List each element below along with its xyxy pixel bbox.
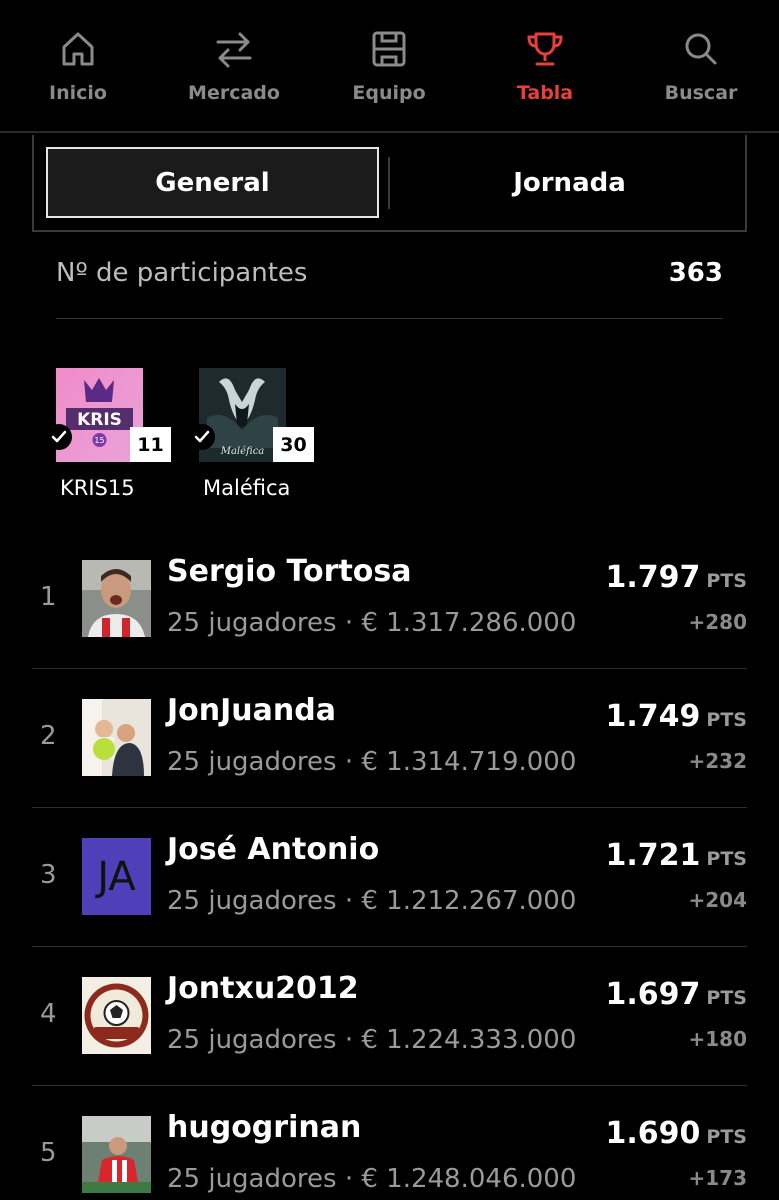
user-team-value: 25 jugadores · € 1.212.267.000 [167, 886, 577, 916]
ranking-row[interactable]: 3 JA José Antonio 25 jugadores · € 1.212… [32, 808, 747, 947]
svg-text:Maléfica: Maléfica [220, 446, 265, 457]
search-icon [685, 33, 717, 65]
nav-item-inicio[interactable]: Inicio [3, 30, 153, 104]
svg-text:KRIS: KRIS [77, 410, 122, 430]
user-team-value: 25 jugadores · € 1.317.286.000 [167, 608, 577, 638]
user-name: hugogrinan [167, 1110, 362, 1145]
ranking-segmented-control: General Jornada [32, 135, 747, 232]
nav-label: Mercado [188, 82, 280, 104]
points-value: 1.690 [605, 1116, 701, 1151]
participants-row: Nº de participantes 363 [56, 252, 723, 319]
top-navigation: Inicio Mercado Equipo Tabla Buscar [0, 0, 779, 133]
ranking-list: 1 Sergio Tortosa 25 jugadores · € 1.317.… [32, 530, 747, 1200]
trophy-icon [527, 32, 563, 66]
avatar-initials: JA [82, 838, 151, 915]
points: 1.697 PTS [606, 977, 747, 1012]
points-unit: PTS [706, 987, 747, 1009]
points-value: 1.721 [605, 838, 701, 873]
user-team-value: 25 jugadores · € 1.314.719.000 [167, 747, 577, 777]
league-position-badge: 11 [130, 427, 171, 462]
nav-item-buscar[interactable]: Buscar [626, 30, 776, 104]
rank-number: 5 [40, 1138, 57, 1168]
rank-number: 2 [40, 721, 57, 751]
ranking-row[interactable]: 5 hugogrinan 25 jugadores · € 1.248.046.… [32, 1086, 747, 1200]
check-icon [189, 424, 215, 450]
nav-label: Buscar [664, 82, 738, 104]
points-value: 1.749 [605, 699, 701, 734]
rank-number: 3 [40, 860, 57, 890]
participants-label: Nº de participantes [56, 258, 308, 288]
points-unit: PTS [706, 570, 747, 592]
user-team-value: 25 jugadores · € 1.248.046.000 [167, 1164, 577, 1194]
transfer-arrows-icon [216, 32, 252, 68]
points-delta: +280 [688, 610, 747, 634]
league-name: KRIS15 [60, 476, 135, 500]
points: 1.797 PTS [606, 560, 747, 595]
avatar [82, 1116, 151, 1193]
check-icon [46, 424, 72, 450]
tab-general[interactable]: General [46, 147, 379, 218]
ranking-row[interactable]: 4 Jontxu2012 25 jugadores · € 1.224.333.… [32, 947, 747, 1086]
points: 1.690 PTS [606, 1116, 747, 1151]
nav-item-tabla[interactable]: Tabla [470, 30, 620, 104]
nav-label: Tabla [516, 82, 574, 104]
points-delta: +232 [688, 749, 747, 773]
nav-label: Inicio [49, 82, 107, 104]
segment-divider [388, 157, 390, 209]
ranking-row[interactable]: 1 Sergio Tortosa 25 jugadores · € 1.317.… [32, 530, 747, 669]
points-value: 1.797 [605, 560, 701, 595]
svg-text:15: 15 [94, 436, 104, 445]
pitch-icon [372, 31, 406, 67]
user-team-value: 25 jugadores · € 1.224.333.000 [167, 1025, 577, 1055]
avatar [82, 699, 151, 776]
points: 1.721 PTS [606, 838, 747, 873]
user-name: JonJuanda [167, 693, 336, 728]
points: 1.749 PTS [606, 699, 747, 734]
user-name: José Antonio [167, 832, 380, 867]
league-position-badge: 30 [273, 427, 314, 462]
nav-label: Equipo [352, 82, 426, 104]
points-unit: PTS [706, 1126, 747, 1148]
points-delta: +173 [688, 1166, 747, 1190]
points-unit: PTS [706, 709, 747, 731]
ranking-row[interactable]: 2 JonJuanda 25 jugadores · € 1.314.719.0… [32, 669, 747, 808]
points-value: 1.697 [605, 977, 701, 1012]
points-delta: +180 [688, 1027, 747, 1051]
league-name: Maléfica [203, 476, 291, 500]
user-name: Jontxu2012 [167, 971, 359, 1006]
avatar [82, 977, 151, 1054]
points-delta: +204 [688, 888, 747, 912]
rank-number: 4 [40, 999, 57, 1029]
avatar [82, 560, 151, 637]
points-unit: PTS [706, 848, 747, 870]
home-icon [62, 32, 94, 66]
tab-jornada[interactable]: Jornada [392, 147, 747, 218]
nav-item-equipo[interactable]: Equipo [314, 30, 464, 104]
participants-count: 363 [668, 258, 723, 288]
nav-item-mercado[interactable]: Mercado [159, 30, 309, 104]
user-name: Sergio Tortosa [167, 554, 412, 589]
rank-number: 1 [40, 582, 57, 612]
